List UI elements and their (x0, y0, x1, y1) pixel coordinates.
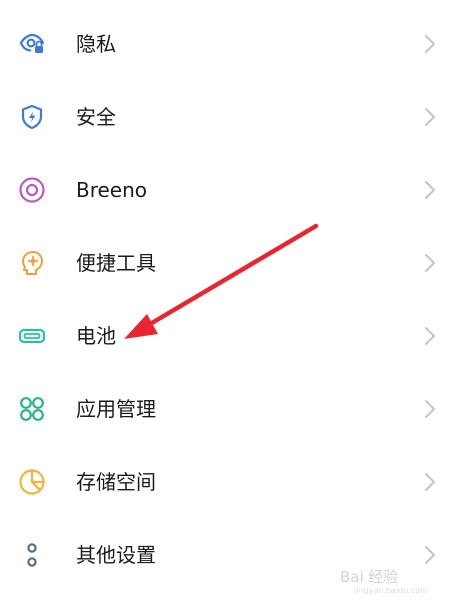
settings-item-label: Breeno (76, 178, 148, 202)
settings-item-label: 隐私 (76, 32, 116, 56)
chevron-right-icon (422, 399, 438, 419)
breeno-icon (18, 176, 46, 204)
privacy-eye-icon (18, 30, 46, 58)
settings-item-storage[interactable]: 存储空间 (0, 452, 462, 512)
settings-item-convenience-tools[interactable]: 便捷工具 (0, 233, 462, 293)
app-management-icon (18, 395, 46, 423)
chevron-right-icon (422, 34, 438, 54)
settings-item-label: 其他设置 (76, 543, 156, 567)
chevron-right-icon (422, 107, 438, 127)
watermark-text: Bai 经验 (340, 568, 399, 586)
settings-item-label: 电池 (76, 324, 116, 348)
settings-item-battery[interactable]: 电池 (0, 306, 462, 366)
settings-item-breeno[interactable]: Breeno (0, 160, 462, 220)
security-shield-icon (18, 103, 46, 131)
settings-item-privacy[interactable]: 隐私 (0, 14, 462, 74)
settings-item-label: 存储空间 (76, 470, 156, 494)
convenience-tools-icon (18, 249, 46, 277)
other-settings-icon (18, 541, 46, 569)
settings-item-label: 应用管理 (76, 397, 156, 421)
settings-item-security[interactable]: 安全 (0, 87, 462, 147)
watermark-subtext: jingyan.baidu.com (354, 586, 428, 595)
baidu-watermark: Bai 经验 jingyan.baidu.com (340, 566, 458, 596)
chevron-right-icon (422, 180, 438, 200)
settings-item-label: 安全 (76, 105, 116, 129)
chevron-right-icon (422, 253, 438, 273)
chevron-right-icon (422, 545, 438, 565)
chevron-right-icon (422, 326, 438, 346)
battery-icon (18, 322, 46, 350)
settings-item-app-management[interactable]: 应用管理 (0, 379, 462, 439)
storage-icon (18, 468, 46, 496)
settings-item-label: 便捷工具 (76, 251, 156, 275)
chevron-right-icon (422, 472, 438, 492)
